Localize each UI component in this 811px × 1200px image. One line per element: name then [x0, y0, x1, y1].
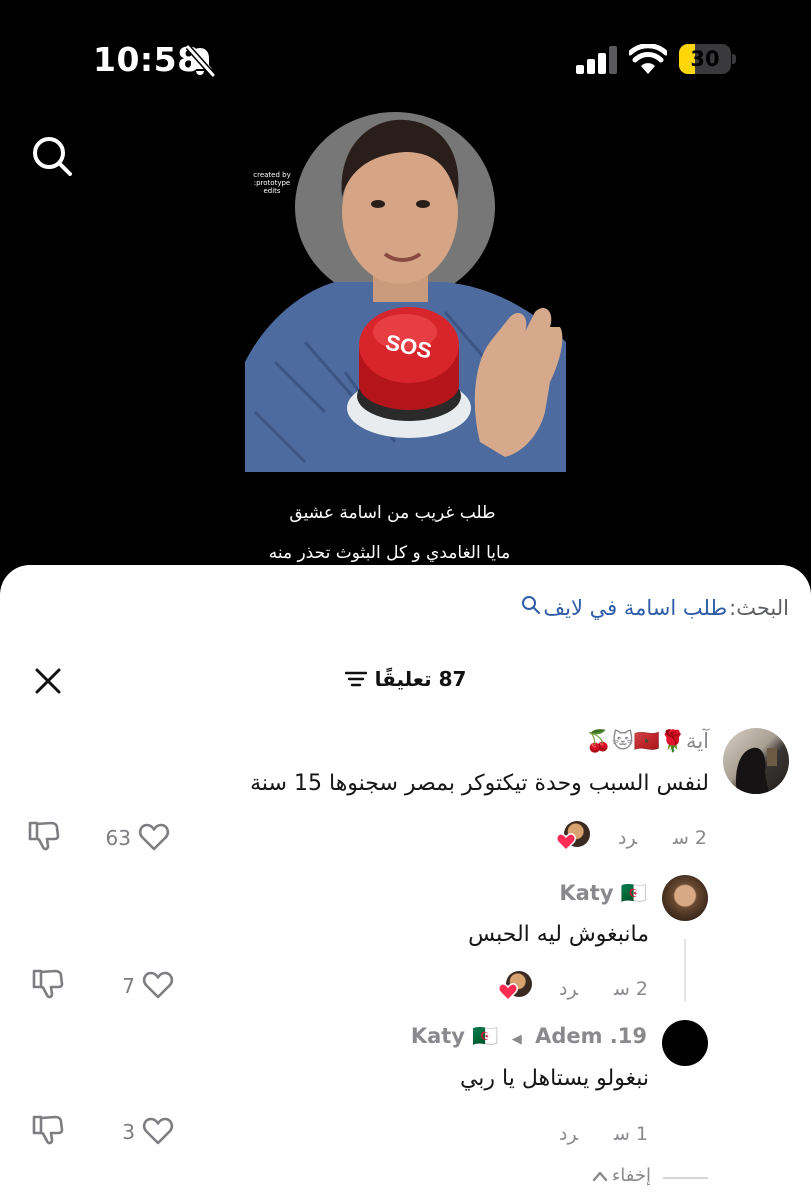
- comment-meta: 2 س رد: [523, 978, 648, 1000]
- reply-button[interactable]: رد: [618, 827, 637, 849]
- thread-line: [684, 939, 686, 1001]
- heart-outline-icon[interactable]: [142, 970, 174, 1000]
- search-icon: [522, 596, 541, 614]
- video-caption-line1: طلب غريب من اسامة عشيق: [289, 503, 496, 523]
- creator-liked-badge: [498, 971, 532, 1001]
- video-frame[interactable]: SOS: [245, 112, 566, 472]
- video-caption-line2: مايا الغامدي و كل البثوث تحذر منه: [268, 543, 511, 563]
- status-bar: 10:58 30: [0, 0, 811, 110]
- comment-item: آية🌹🇲🇦🐱🍒 لنفس السبب وحدة تيكتوكر بمصر سج…: [0, 725, 811, 875]
- comments-sheet: البحث: طلب اسامة في لايف 87 تعليقًا آية🌹…: [0, 565, 811, 1200]
- comment-author-line: Katy 🇩🇿 ◀ Adem .19: [411, 1024, 647, 1049]
- avatar-image: [735, 747, 777, 794]
- search-prefix: البحث:: [729, 596, 789, 620]
- reply-button[interactable]: رد: [559, 1123, 578, 1145]
- comment-count[interactable]: 87 تعليقًا: [0, 667, 811, 691]
- divider: [663, 1177, 708, 1179]
- creator-liked-badge: [556, 821, 590, 851]
- search-query-link[interactable]: طلب اسامة في لايف: [543, 596, 727, 620]
- like-count: 7: [122, 974, 135, 998]
- signal-icon: [576, 46, 617, 74]
- comment-text: مانبغوش ليه الحبس: [468, 922, 649, 947]
- heart-icon: [556, 833, 576, 851]
- sos-button-graphic: SOS: [347, 307, 471, 438]
- dislike-icon[interactable]: [31, 1113, 65, 1147]
- battery-icon: 30: [679, 44, 737, 74]
- comment-count-label: 87 تعليقًا: [374, 667, 467, 691]
- search-icon[interactable]: [30, 134, 74, 178]
- comment-text: نبغولو يستاهل يا ربي: [459, 1066, 649, 1091]
- dislike-icon[interactable]: [27, 819, 61, 853]
- reply-to-author[interactable]: Katy 🇩🇿: [411, 1024, 499, 1048]
- bell-slash-icon: [185, 45, 216, 77]
- comment-text: لنفس السبب وحدة تيكتوكر بمصر سجنوها 15 س…: [250, 771, 709, 796]
- comment-time: 2 س: [613, 978, 648, 1000]
- battery-percent: 30: [690, 47, 720, 71]
- avatar[interactable]: [662, 1020, 708, 1066]
- like-count: 3: [122, 1120, 135, 1144]
- wifi-icon: [629, 44, 667, 74]
- comments-header: 87 تعليقًا: [0, 655, 811, 705]
- screen: 10:58 30 SOS created by:prototype edits…: [0, 0, 811, 1200]
- comment-item: Katy 🇩🇿 ◀ Adem .19 نبغولو يستاهل يا ربي …: [0, 1020, 811, 1160]
- reply-button[interactable]: رد: [559, 978, 578, 1000]
- heart-outline-icon[interactable]: [138, 822, 170, 852]
- watermark: created by :prototype edits: [253, 171, 291, 195]
- dislike-icon[interactable]: [31, 967, 65, 1001]
- comment-time: 1 س: [613, 1123, 648, 1145]
- hide-replies-button[interactable]: إخفاء: [592, 1165, 651, 1186]
- reply-arrow-icon: ◀: [511, 1032, 522, 1047]
- comment-author[interactable]: آية🌹🇲🇦🐱🍒: [586, 729, 709, 754]
- heart-outline-icon[interactable]: [142, 1116, 174, 1146]
- hide-replies-label: إخفاء: [611, 1165, 651, 1186]
- comment-author[interactable]: Katy 🇩🇿: [559, 881, 647, 906]
- sort-filter-icon: [344, 671, 367, 687]
- comment-meta: 2 س رد: [582, 827, 707, 849]
- comment-time: 2 س: [672, 827, 707, 849]
- avatar[interactable]: [662, 875, 708, 921]
- like-count: 63: [105, 826, 131, 850]
- comment-item: Katy 🇩🇿 مانبغوش ليه الحبس 2 س رد 7: [0, 873, 811, 1013]
- hide-replies-row[interactable]: إخفاء: [0, 1165, 811, 1195]
- comment-meta: 1 س رد: [523, 1123, 648, 1145]
- chevron-up-icon: [592, 1171, 608, 1181]
- heart-icon: [498, 983, 518, 1001]
- avatar[interactable]: [723, 728, 789, 794]
- comment-author[interactable]: Adem .19: [535, 1024, 647, 1048]
- related-search[interactable]: البحث: طلب اسامة في لايف: [521, 596, 789, 620]
